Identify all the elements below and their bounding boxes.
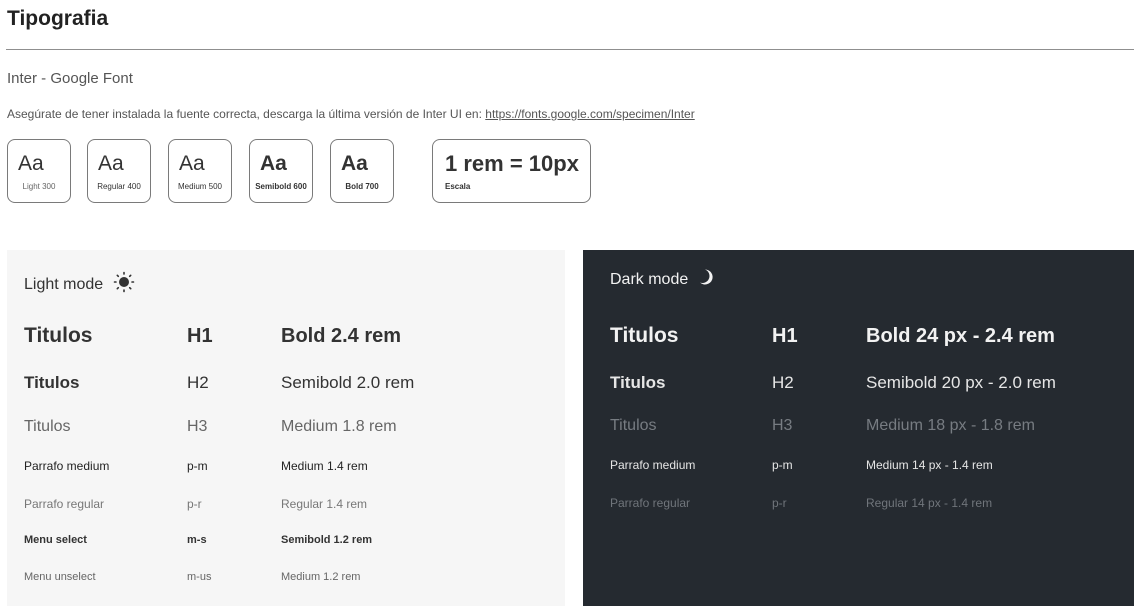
- type-spec-h2: Semibold 20 px - 2.0 rem: [866, 373, 1056, 392]
- type-tag-h2: H2: [187, 373, 209, 392]
- weight-label: Regular 400: [97, 182, 141, 191]
- weight-label: Semibold 600: [255, 182, 307, 191]
- moon-icon: [698, 268, 716, 291]
- type-name-h2: Titulos: [24, 373, 80, 392]
- type-tag-p-r: p-r: [772, 496, 787, 510]
- type-name-m-s: Menu select: [24, 534, 87, 546]
- scale-value: 1 rem = 10px: [445, 151, 579, 176]
- dark-mode-label: Dark mode: [610, 270, 689, 288]
- type-spec-h2: Semibold 2.0 rem: [281, 373, 415, 392]
- type-name-h3: Titulos: [24, 418, 71, 435]
- type-name-m-us: Menu unselect: [24, 571, 96, 583]
- type-spec-p-r: Regular 14 px - 1.4 rem: [866, 496, 993, 510]
- type-name-p-m: Parrafo medium: [24, 459, 110, 473]
- type-name-p-m: Parrafo medium: [610, 458, 696, 472]
- type-name-p-r: Parrafo regular: [610, 496, 691, 510]
- page-title: Tipografia: [7, 7, 109, 30]
- weight-label: Bold 700: [345, 182, 379, 191]
- type-spec-p-m: Medium 14 px - 1.4 rem: [866, 458, 993, 472]
- type-tag-h1: H1: [772, 325, 798, 347]
- type-name-h3: Titulos: [610, 417, 657, 434]
- type-tag-m-us: m-us: [187, 571, 212, 583]
- type-spec-h1: Bold 24 px - 2.4 rem: [866, 325, 1055, 347]
- type-name-p-r: Parrafo regular: [24, 497, 105, 511]
- weight-sample: Aa: [179, 152, 205, 175]
- install-note-text: Asegúrate de tener instalada la fuente c…: [7, 107, 486, 121]
- type-spec-m-us: Medium 1.2 rem: [281, 571, 361, 583]
- type-tag-m-s: m-s: [187, 534, 207, 546]
- type-spec-p-m: Medium 1.4 rem: [281, 459, 368, 473]
- light-mode-panel: Light mode Titulos H1 Bold 2.4 rem Titul…: [7, 250, 565, 606]
- light-mode-title: Light mode: [24, 271, 135, 298]
- type-spec-m-s: Semibold 1.2 rem: [281, 534, 373, 546]
- dark-mode-title: Dark mode: [610, 268, 716, 291]
- type-tag-p-r: p-r: [187, 497, 202, 511]
- divider: [6, 49, 1134, 50]
- type-tag-p-m: p-m: [187, 459, 208, 473]
- weight-card-semibold: Aa Semibold 600: [249, 139, 313, 203]
- type-tag-p-m: p-m: [772, 458, 793, 472]
- dark-mode-panel: Dark mode Titulos H1 Bold 24 px - 2.4 re…: [583, 250, 1134, 606]
- type-name-h1: Titulos: [610, 324, 679, 347]
- type-name-h1: Titulos: [24, 324, 93, 347]
- type-name-h2: Titulos: [610, 373, 666, 392]
- type-tag-h3: H3: [772, 417, 793, 434]
- weight-card-regular: Aa Regular 400: [87, 139, 151, 203]
- type-spec-h3: Medium 1.8 rem: [281, 418, 397, 435]
- weight-card-medium: Aa Medium 500: [168, 139, 232, 203]
- type-tag-h3: H3: [187, 418, 208, 435]
- weight-sample: Aa: [98, 152, 124, 175]
- type-spec-h3: Medium 18 px - 1.8 rem: [866, 417, 1035, 434]
- weight-sample: Aa: [18, 152, 44, 175]
- install-note: Asegúrate de tener instalada la fuente c…: [7, 107, 695, 121]
- scale-label: Escala: [445, 182, 471, 191]
- font-link[interactable]: https://fonts.google.com/specimen/Inter: [485, 107, 694, 121]
- type-tag-h2: H2: [772, 373, 794, 392]
- weight-sample: Aa: [341, 152, 368, 175]
- type-spec-p-r: Regular 1.4 rem: [281, 497, 368, 511]
- weight-label: Medium 500: [177, 182, 223, 191]
- weight-card-light: Aa Light 300: [7, 139, 71, 203]
- weight-label: Light 300: [22, 182, 56, 191]
- type-spec-h1: Bold 2.4 rem: [281, 325, 402, 347]
- weight-sample: Aa: [260, 152, 287, 175]
- font-name: Inter - Google Font: [7, 70, 133, 87]
- scale-card: 1 rem = 10px Escala: [432, 139, 591, 203]
- sun-icon: [113, 271, 135, 298]
- type-tag-h1: H1: [187, 325, 213, 347]
- light-mode-label: Light mode: [24, 275, 104, 293]
- weight-card-bold: Aa Bold 700: [330, 139, 394, 203]
